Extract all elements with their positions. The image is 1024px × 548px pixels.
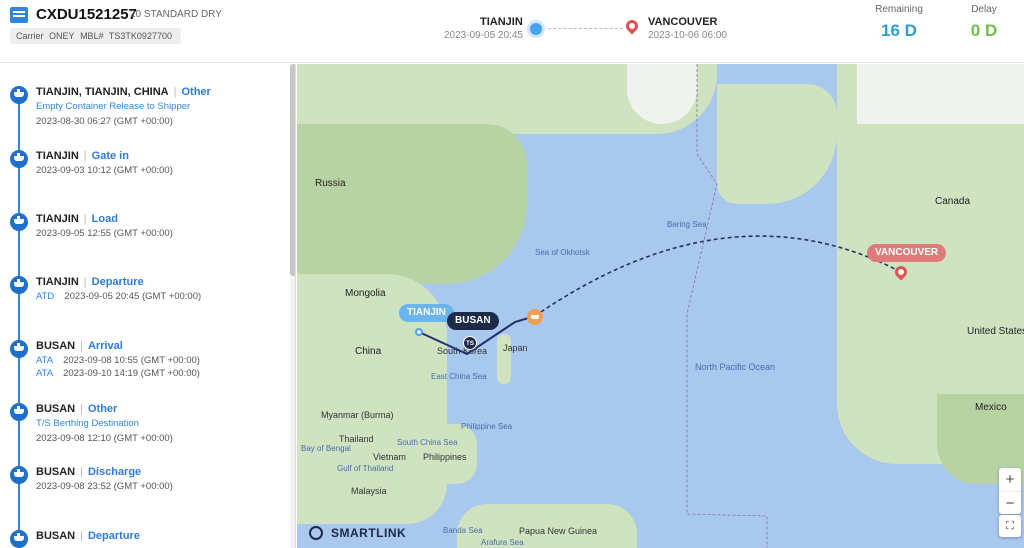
ship-icon	[10, 276, 28, 294]
event-time: 2023-09-08 23:52 (GMT +00:00)	[36, 481, 173, 492]
event-time: 2023-09-08 12:10 (GMT +00:00)	[36, 433, 173, 444]
carrier-label: Carrier	[16, 31, 44, 41]
event-time: 2023-09-05 12:55 (GMT +00:00)	[36, 228, 173, 239]
event-timeline[interactable]: TIANJIN, TIANJIN, CHINA | Other Empty Cont…	[0, 64, 296, 548]
event-title: TIANJIN | Departure	[36, 276, 144, 288]
delay-stat: Delay 0 D	[955, 4, 1013, 41]
ship-icon	[10, 150, 28, 168]
route-dash	[548, 28, 623, 29]
remaining-label: Remaining	[875, 4, 923, 15]
destination-pin-icon	[623, 17, 641, 35]
event-location: BUSAN	[36, 340, 76, 352]
event-type: Load	[91, 213, 118, 225]
origin-name: TIANJIN	[480, 16, 523, 28]
fullscreen-button[interactable]: ⛶	[999, 515, 1021, 537]
event-time: ATD 2023-09-05 20:45 (GMT +00:00)	[36, 291, 202, 302]
event-type: Gate in	[91, 150, 129, 162]
event-time-badge: ATA	[36, 355, 54, 366]
event-type: Arrival	[87, 340, 123, 352]
route-summary: TIANJIN 2023-09-05 20:45 VANCOUVER 2023-…	[430, 8, 730, 48]
route-line-planned	[534, 235, 898, 317]
header: CXDU1521257 20 STANDARD DRY Carrier ONEY…	[0, 0, 1024, 63]
ship-icon	[10, 530, 28, 548]
timeline-scrollbar[interactable]	[290, 64, 295, 548]
event-type: Departure	[87, 530, 140, 542]
event-location: TIANJIN	[36, 213, 79, 225]
tag-tianjin[interactable]: TIANJIN	[399, 304, 454, 322]
container-type: 20 STANDARD DRY	[130, 9, 222, 20]
container-number: CXDU1521257	[36, 6, 137, 23]
event-location: BUSAN	[36, 466, 76, 478]
event-location: TIANJIN	[36, 150, 79, 162]
event-type: Other	[181, 86, 211, 98]
event-location: TIANJIN, TIANJIN, CHINA	[36, 86, 169, 98]
event-subtitle: T/S Berthing Destination	[36, 418, 139, 429]
mbl-value: TS3TK0927700	[108, 31, 172, 41]
event-subtitle: Empty Container Release to Shipper	[36, 101, 191, 112]
date-line	[686, 64, 768, 548]
destination-time: 2023-10-06 06:00	[648, 30, 727, 41]
scrollbar-thumb[interactable]	[290, 64, 295, 276]
event-type: Departure	[91, 276, 144, 288]
destination-name: VANCOUVER	[648, 16, 718, 28]
tag-busan[interactable]: BUSAN	[447, 312, 499, 330]
event-location: TIANJIN	[36, 276, 79, 288]
ship-icon	[10, 340, 28, 358]
zoom-out-button[interactable]: −	[999, 491, 1021, 514]
event-title: TIANJIN, TIANJIN, CHINA | Other	[36, 86, 211, 98]
container-icon	[10, 7, 28, 23]
ship-icon	[10, 466, 28, 484]
carrier-value: ONEY	[49, 31, 75, 41]
tag-vancouver[interactable]: VANCOUVER	[867, 244, 947, 262]
event-time: ATA 2023-09-08 10:55 (GMT +00:00)	[36, 355, 200, 366]
event-location: BUSAN	[36, 403, 76, 415]
ship-icon	[10, 213, 28, 231]
origin-time: 2023-09-05 20:45	[444, 30, 523, 41]
ts-badge[interactable]: TS	[463, 336, 477, 350]
route-map[interactable]: Russia Mongolia China Japan South Korea …	[297, 64, 1024, 548]
event-time-badge: ATA	[36, 368, 54, 379]
event-type: Other	[87, 403, 118, 415]
event-time: 2023-09-03 10:12 (GMT +00:00)	[36, 165, 173, 176]
event-title: BUSAN | Discharge	[36, 466, 142, 478]
zoom-control: + −	[999, 468, 1021, 514]
mbl-label: MBL#	[80, 31, 104, 41]
event-time: 2023-08-30 06:27 (GMT +00:00)	[36, 116, 173, 127]
event-title: TIANJIN | Load	[36, 213, 118, 225]
smartlink-logo-icon	[309, 526, 323, 540]
event-title: TIANJIN | Gate in	[36, 150, 129, 162]
remaining-stat: Remaining 16 D	[870, 4, 928, 41]
delay-value: 0 D	[970, 21, 998, 40]
delay-label: Delay	[971, 4, 997, 15]
zoom-in-button[interactable]: +	[999, 468, 1021, 491]
brand-name: SMARTLINK	[331, 526, 407, 540]
carrier-tag: Carrier ONEY MBL# TS3TK0927700	[10, 28, 181, 44]
event-location: BUSAN	[36, 530, 76, 542]
origin-dot-icon	[530, 23, 542, 35]
event-time-badge: ATD	[36, 291, 55, 302]
event-type: Discharge	[87, 466, 142, 478]
remaining-value: 16 D	[881, 21, 917, 40]
event-title: BUSAN | Departure	[36, 530, 140, 542]
event-title: BUSAN | Other	[36, 403, 118, 415]
ship-icon	[10, 86, 28, 104]
origin-marker-icon[interactable]	[415, 328, 423, 336]
ship-icon	[10, 403, 28, 421]
ship-position-icon[interactable]	[527, 309, 543, 325]
event-time: ATA 2023-09-10 14:19 (GMT +00:00)	[36, 368, 200, 379]
event-title: BUSAN | Arrival	[36, 340, 123, 352]
